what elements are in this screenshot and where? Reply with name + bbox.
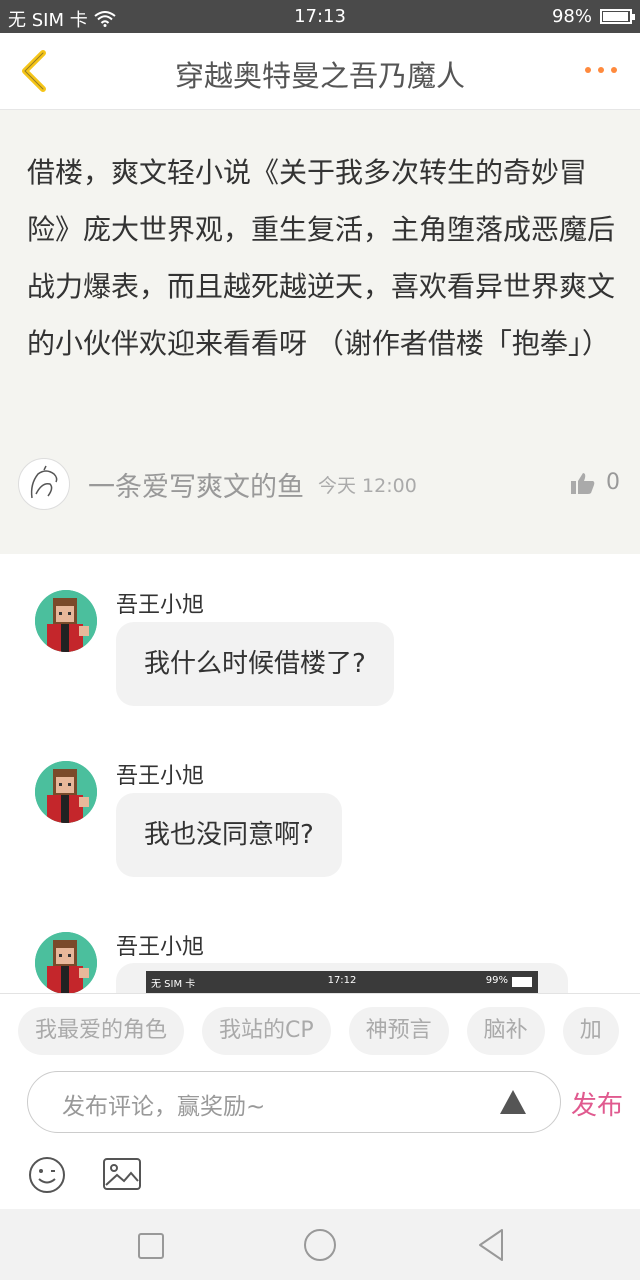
image-icon[interactable]: [102, 1157, 142, 1191]
more-dots-icon[interactable]: [584, 66, 618, 74]
post-author[interactable]: 一条爱写爽文的鱼 今天 12:00: [18, 458, 417, 510]
home-icon[interactable]: [303, 1228, 337, 1262]
clock: 17:13: [294, 6, 346, 27]
thumbs-up-icon: [571, 472, 595, 494]
user-avatar-image: [35, 761, 97, 823]
author-avatar[interactable]: [18, 458, 70, 510]
status-bar: 无 SIM 卡 17:13 98%: [0, 0, 640, 33]
back-icon[interactable]: [476, 1228, 506, 1262]
publish-button[interactable]: 发布: [571, 1085, 623, 1122]
author-name[interactable]: 一条爱写爽文的鱼: [88, 465, 304, 504]
comment-bubble[interactable]: 我什么时候借楼了?: [116, 622, 394, 706]
page-title: 穿越奥特曼之吾乃魔人: [174, 59, 465, 93]
screenshot-battery: 99%: [485, 975, 508, 986]
comment-input-placeholder: 发布评论，赢奖励~: [62, 1094, 266, 1120]
emoji-icon[interactable]: [27, 1155, 67, 1195]
comment-username[interactable]: 吾王小旭: [116, 929, 204, 961]
user-avatar-image: [35, 590, 97, 652]
user-avatar[interactable]: [35, 590, 97, 652]
nav-bar: 穿越奥特曼之吾乃魔人: [0, 33, 640, 110]
tag-chip[interactable]: 我站的CP: [202, 1007, 331, 1055]
comment-input[interactable]: 发布评论，赢奖励~: [27, 1071, 561, 1133]
user-avatar-image: [35, 932, 97, 994]
screenshot-battery-icon: [512, 977, 532, 987]
status-right: 98%: [551, 6, 635, 27]
comment-composer: 我最爱的角色 我站的CP 神预言 脑补 加 发布评论，赢奖励~ 发布: [0, 993, 640, 1210]
battery-icon: [600, 9, 635, 24]
tag-chip[interactable]: 加: [562, 1007, 619, 1055]
post-time: 今天 12:00: [318, 474, 417, 497]
screenshot-time: 17:12: [327, 975, 357, 986]
user-avatar[interactable]: [35, 761, 97, 823]
tag-chip[interactable]: 脑补: [466, 1007, 545, 1055]
recent-apps-icon[interactable]: [138, 1233, 164, 1259]
screenshot-status-bar: 无 SIM 卡 17:12 99%: [146, 971, 538, 993]
user-avatar[interactable]: [35, 932, 97, 994]
battery-fill: [603, 12, 629, 21]
like-count: 0: [606, 470, 620, 495]
post-content: 借楼，爽文轻小说《关于我多次转生的奇妙冒险》庞大世界观，重生复活，主角堕落成恶魔…: [27, 156, 616, 360]
comment-bubble[interactable]: 我也没同意啊?: [116, 793, 342, 877]
comment-username[interactable]: 吾王小旭: [116, 587, 204, 619]
battery-percent: 98%: [551, 6, 592, 27]
author-avatar-image: [30, 465, 58, 499]
system-nav-bar: [0, 1209, 640, 1280]
like-button[interactable]: 0: [570, 470, 620, 495]
tag-chip[interactable]: 我最爱的角色: [18, 1007, 185, 1055]
post-card: 借楼，爽文轻小说《关于我多次转生的奇妙冒险》庞大世界观，重生复活，主角堕落成恶魔…: [0, 110, 640, 554]
triangle-icon[interactable]: [500, 1090, 526, 1114]
comment-username[interactable]: 吾王小旭: [116, 758, 204, 790]
tag-chip[interactable]: 神预言: [348, 1007, 449, 1055]
quick-tags: 我最爱的角色 我站的CP 神预言 脑补 加: [18, 1007, 619, 1055]
